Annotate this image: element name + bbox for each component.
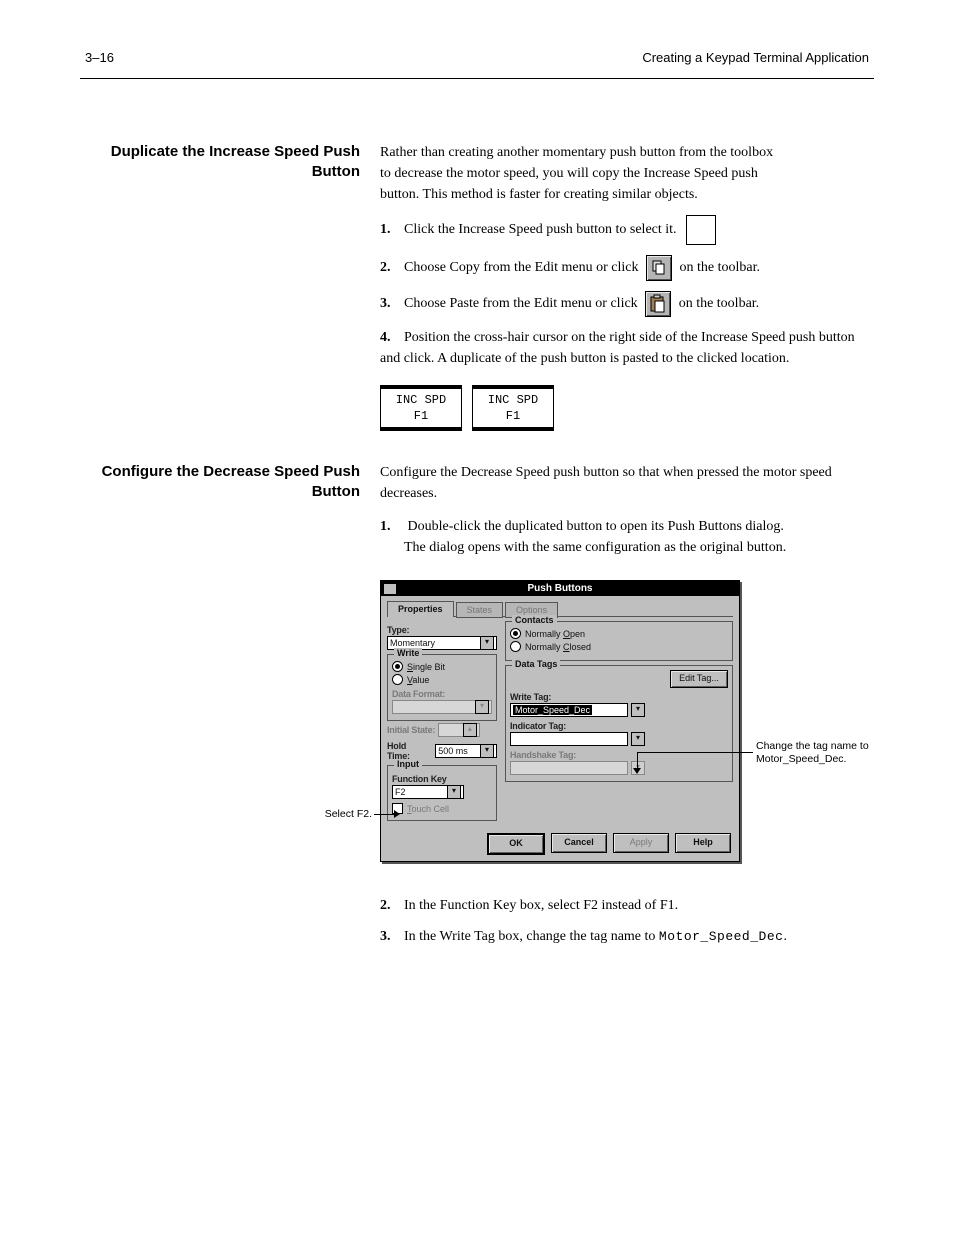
- touch-cell-checkbox: Touch Cell: [392, 803, 492, 814]
- edit-tag-button[interactable]: Edit Tag...: [670, 670, 728, 688]
- cancel-button[interactable]: Cancel: [551, 833, 607, 853]
- section-heading-configure: Configure the Decrease Speed Push Button: [100, 462, 360, 501]
- dup-step-1: 1.Click the Increase Speed push button t…: [380, 215, 870, 245]
- chevron-down-icon: ▾: [475, 700, 489, 714]
- write-tag-input[interactable]: Motor_Speed_Dec: [510, 703, 628, 717]
- indicator-tag-input[interactable]: [510, 732, 628, 746]
- initial-state-label: Initial State:: [387, 725, 435, 735]
- chevron-down-icon[interactable]: ▾: [480, 744, 494, 758]
- data-format-label: Data Format:: [392, 689, 492, 699]
- contacts-open-radio[interactable]: Normally Open: [510, 628, 728, 639]
- help-button[interactable]: Help: [675, 833, 731, 853]
- chevron-down-icon[interactable]: ▾: [631, 703, 645, 717]
- function-key-combo[interactable]: F2▾: [392, 785, 464, 799]
- tab-properties[interactable]: Properties: [387, 601, 454, 617]
- config-step-3: 3.In the Write Tag box, change the tag n…: [380, 926, 870, 947]
- config-intro-text: Configure the Decrease Speed push button…: [380, 462, 870, 504]
- push-buttons-dialog: Push Buttons Properties States Options T…: [380, 580, 740, 862]
- section-heading-duplicate: Duplicate the Increase Speed Push Button: [100, 142, 360, 181]
- chevron-down-icon[interactable]: ▾: [447, 785, 461, 799]
- callout-change-tag: Change the tag name to Motor_Speed_Dec.: [756, 740, 886, 766]
- callout-select-f2: Select F2.: [310, 808, 372, 821]
- data-format-combo: ▾: [392, 700, 492, 714]
- chevron-down-icon[interactable]: ▾: [480, 636, 494, 650]
- page-header: Creating a Keypad Terminal Application: [642, 50, 869, 65]
- system-menu-icon[interactable]: [383, 583, 397, 595]
- write-single-bit-radio[interactable]: Single Bit: [392, 661, 492, 672]
- function-key-label: Function Key: [392, 774, 492, 784]
- contacts-closed-radio[interactable]: Normally Closed: [510, 641, 728, 652]
- dup-step-2: 2.Choose Copy from the Edit menu or clic…: [380, 255, 870, 281]
- copy-icon: [646, 255, 672, 281]
- config-step-2: 2.In the Function Key box, select F2 ins…: [380, 895, 870, 916]
- page-number: 3–16: [85, 50, 114, 65]
- indicator-tag-label: Indicator Tag:: [510, 721, 728, 731]
- ok-button[interactable]: OK: [487, 833, 545, 855]
- dialog-button-row: OK Cancel Apply Help: [381, 827, 739, 861]
- dup-step-3: 3.Choose Paste from the Edit menu or cli…: [380, 291, 870, 317]
- paste-icon: [645, 291, 671, 317]
- input-group: Input Function Key F2▾ Touch Cell: [387, 765, 497, 821]
- tab-states[interactable]: States: [456, 602, 504, 618]
- contacts-group: Contacts Normally Open Normally Closed: [505, 621, 733, 661]
- type-label: Type:: [387, 625, 497, 635]
- handshake-tag-input: [510, 761, 628, 775]
- chevron-down-icon[interactable]: ▾: [631, 732, 645, 746]
- dup-step-4: 4.Position the cross-hair cursor on the …: [380, 327, 870, 369]
- write-tag-label: Write Tag:: [510, 692, 728, 702]
- dup-intro-text: Rather than creating another momentary p…: [380, 142, 870, 205]
- data-tags-group: Data Tags Edit Tag... Write Tag: Motor_S…: [505, 665, 733, 782]
- hold-time-combo[interactable]: 500 ms▾: [435, 744, 497, 758]
- config-step-1: 1. Double-click the duplicated button to…: [380, 516, 870, 558]
- selection-box-icon: [686, 215, 716, 245]
- duplicate-button-illustration: INC SPD F1 INC SPD F1: [380, 388, 580, 428]
- apply-button[interactable]: Apply: [613, 833, 669, 853]
- write-group: Write Single Bit Value Data Format: ▾: [387, 654, 497, 721]
- header-rule: [80, 78, 874, 79]
- inc-spd-button-original: INC SPD F1: [380, 388, 462, 428]
- spin-icon: ▴: [463, 723, 477, 737]
- write-value-radio[interactable]: Value: [392, 674, 492, 685]
- initial-state-combo: ▴: [438, 723, 480, 737]
- inc-spd-button-copy: INC SPD F1: [472, 388, 554, 428]
- hold-time-label: Hold Time:: [387, 741, 431, 761]
- dialog-title-bar[interactable]: Push Buttons: [381, 581, 739, 596]
